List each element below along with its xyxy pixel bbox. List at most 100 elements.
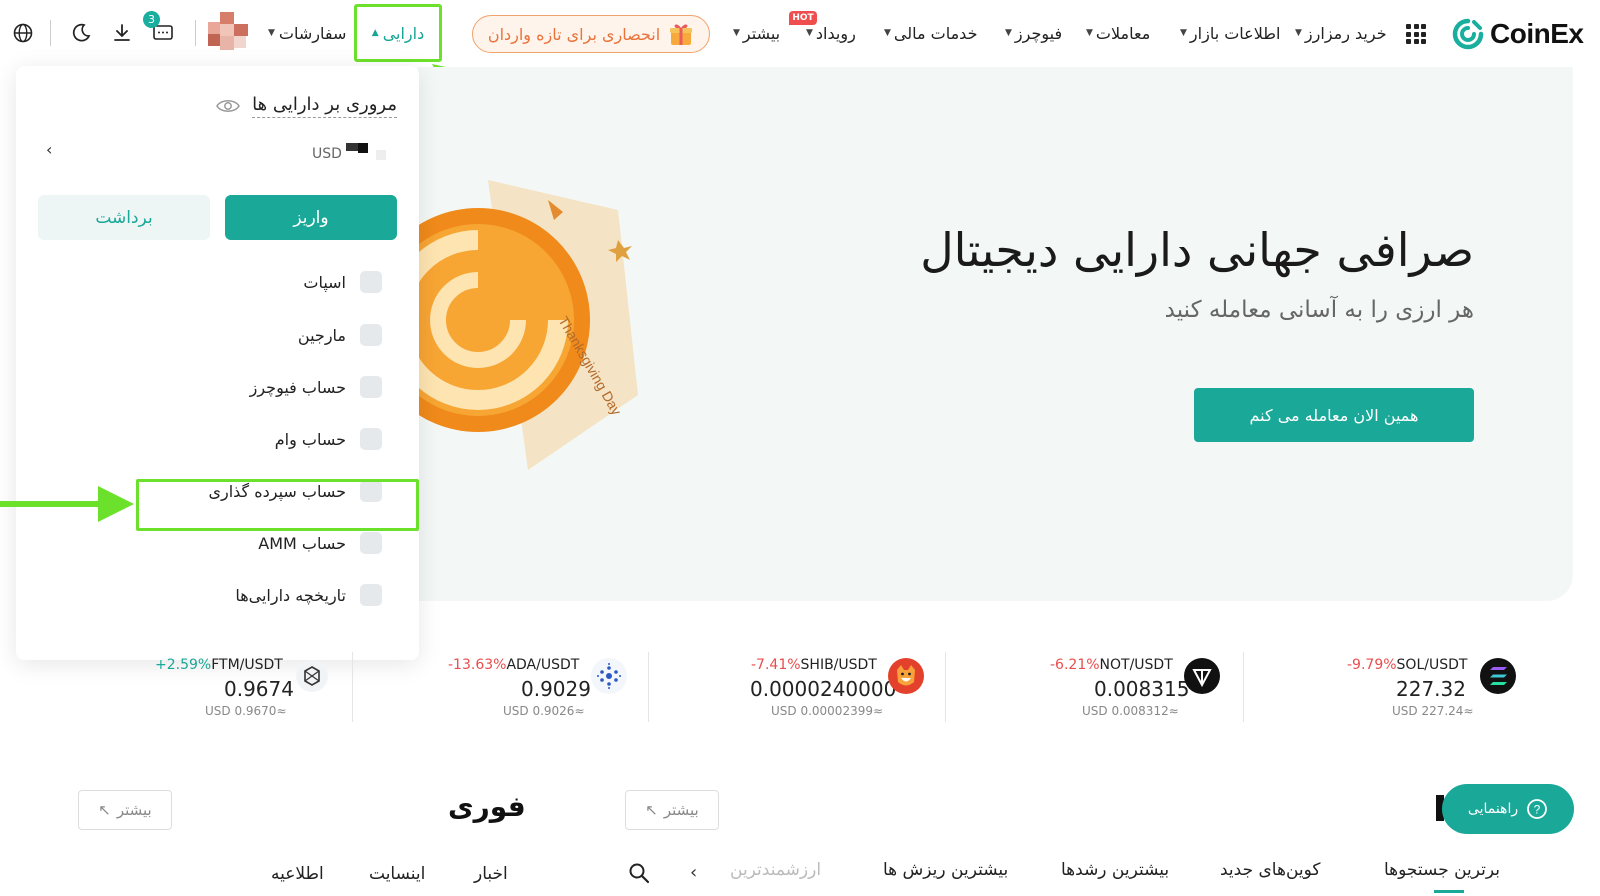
chevron-down-icon: ▼ xyxy=(806,28,813,38)
ticker-price: 0.0000240000 xyxy=(750,677,897,701)
ticker-usd-value: USD 227.24≈ xyxy=(1392,704,1474,718)
ticker-price: 0.9674 xyxy=(224,677,294,701)
chevron-down-icon: ▼ xyxy=(1086,28,1093,38)
help-question-icon: ? xyxy=(1527,799,1547,819)
ticker-usd-value: USD 0.9026≈ xyxy=(503,704,585,718)
orders-label: سفارشات xyxy=(278,23,347,43)
eye-icon[interactable] xyxy=(216,98,241,114)
asset-history-icon xyxy=(360,584,382,606)
more-label: بیشتر xyxy=(116,801,152,819)
assets-dropdown: مروری بر دارایی ها ‹ USD واریز برداشت اس… xyxy=(16,66,419,660)
chevron-left-icon[interactable]: ‹ xyxy=(690,862,697,883)
dark-mode-moon-icon[interactable] xyxy=(70,22,92,44)
menu-item-label: حساب AMM xyxy=(258,533,346,553)
more-button-markets[interactable]: بیشتر ↖ xyxy=(625,790,719,830)
chevron-left-icon[interactable]: ‹ xyxy=(46,140,52,159)
guide-label: راهنمایی xyxy=(1467,801,1519,817)
tab-most-valuable[interactable]: ارزشمندترین xyxy=(730,860,821,880)
menu-item-label: تاریخچه دارایی‌ها xyxy=(235,585,346,605)
nav-divider xyxy=(195,20,196,46)
apps-grid-icon[interactable] xyxy=(1406,24,1426,44)
tab-top-losers[interactable]: بیشترین ریزش ها xyxy=(883,860,1008,880)
search-icon[interactable] xyxy=(628,862,650,884)
coinex-logo[interactable]: CoinEx xyxy=(1452,16,1588,52)
avatar[interactable] xyxy=(208,12,250,54)
nav-financial-services[interactable]: خدمات مالی ▼ xyxy=(884,20,977,46)
arrow-up-left-icon: ↖ xyxy=(98,801,111,819)
menu-item-spot[interactable]: اسپات xyxy=(16,260,419,304)
shib-coin-icon xyxy=(888,658,924,694)
balance-currency: USD xyxy=(312,146,342,162)
ticker-price: 0.008315 xyxy=(1094,677,1190,701)
nav-trading[interactable]: معاملات ▼ xyxy=(1086,20,1150,46)
promo-label: انحصاری برای تازه واردان xyxy=(487,24,661,44)
chevron-down-icon: ▼ xyxy=(1005,28,1012,38)
tab-announcement[interactable]: اطلاعیه xyxy=(271,864,324,884)
ticker-price: 227.32 xyxy=(1396,677,1466,701)
tab-top-searches[interactable]: برترین جستجوها xyxy=(1384,860,1500,880)
more-label: بیشتر xyxy=(663,801,699,819)
coinex-logo-icon xyxy=(1452,18,1484,50)
nav-more[interactable]: بیشتر ▼ xyxy=(733,20,780,46)
ticker-pair-ftm[interactable]: +2.59%FTM/USDT xyxy=(155,657,283,673)
ticker-pair: NOT/USDT xyxy=(1099,657,1173,673)
futures-account-icon xyxy=(360,376,382,398)
nav-futures-label: فیوچرز xyxy=(1014,23,1063,43)
menu-item-futures-account[interactable]: حساب فیوچرز xyxy=(16,365,419,409)
deposit-button[interactable]: واریز xyxy=(225,195,397,240)
nav-buy-crypto[interactable]: خرید رمزارز ▼ xyxy=(1295,20,1387,46)
chevron-up-icon: ▲ xyxy=(371,28,379,38)
tab-top-gainers[interactable]: بیشترین رشدها xyxy=(1061,860,1169,880)
logo-text: CoinEx xyxy=(1490,18,1584,49)
ticker-change: -7.41% xyxy=(751,657,801,673)
download-icon[interactable] xyxy=(111,22,133,44)
trade-now-button[interactable]: همین الان معامله می کنم xyxy=(1194,388,1474,442)
nav-divider xyxy=(50,20,51,46)
ticker-pair-sol[interactable]: -9.79%SOL/USDT xyxy=(1347,657,1467,673)
ticker-usd-value: USD 0.008312≈ xyxy=(1082,704,1179,718)
ticker-usd-value: USD 0.00002399≈ xyxy=(771,704,884,718)
menu-item-loan-account[interactable]: حساب وام xyxy=(16,417,419,461)
ticker-pair-ada[interactable]: -13.63%ADA/USDT xyxy=(448,657,579,673)
tab-news[interactable]: اخبار xyxy=(474,864,508,884)
assets-menu-button[interactable]: ▲ دارایی xyxy=(354,4,442,62)
ticker-change: -6.21% xyxy=(1050,657,1100,673)
chevron-down-icon: ▼ xyxy=(733,28,740,38)
guide-help-button[interactable]: ? راهنمایی xyxy=(1442,784,1574,834)
chevron-down-icon: ▼ xyxy=(1180,28,1187,38)
new-user-promo-button[interactable]: انحصاری برای تازه واردان xyxy=(472,15,710,53)
ticker-pair: SOL/USDT xyxy=(1396,657,1468,673)
hero-title: صرافی جهانی دارایی دیجیتال xyxy=(920,223,1474,277)
menu-item-label: مارجین xyxy=(297,325,346,345)
menu-item-asset-history[interactable]: تاریخچه دارایی‌ها xyxy=(16,573,419,617)
ftm-coin-icon xyxy=(296,660,328,692)
hero-subtitle: هر ارزی را به آسانی معامله کنید xyxy=(1164,297,1474,323)
more-button-news[interactable]: بیشتر ↖ xyxy=(78,790,172,830)
notification-badge: 3 xyxy=(143,11,160,28)
withdraw-button[interactable]: برداشت xyxy=(38,195,210,240)
ticker-pair-shib[interactable]: -7.41%SHIB/USDT xyxy=(751,657,877,673)
nav-market-info[interactable]: اطلاعات بازار ▼ xyxy=(1180,20,1280,46)
tab-insight[interactable]: اینسایت xyxy=(369,864,425,884)
margin-icon xyxy=(360,324,382,346)
masked-balance xyxy=(376,150,386,160)
masked-balance xyxy=(346,143,358,151)
hot-badge: HOT xyxy=(789,11,817,25)
tab-new-coins[interactable]: کوین‌های جدید xyxy=(1220,860,1321,880)
section-title-instant: فوری xyxy=(448,790,526,823)
menu-item-label: حساب وام xyxy=(274,429,346,449)
sol-coin-icon xyxy=(1480,658,1516,694)
menu-item-label: اسپات xyxy=(303,272,346,292)
orders-menu[interactable]: ▼ سفارشات xyxy=(268,20,346,46)
masked-balance xyxy=(358,143,368,153)
tab-most-valuable-label: ارزشمندترین xyxy=(730,860,822,880)
menu-item-label: حساب فیوچرز xyxy=(249,377,346,397)
nav-futures[interactable]: فیوچرز ▼ xyxy=(1005,20,1062,46)
assets-overview-link[interactable]: مروری بر دارایی ها xyxy=(216,94,397,118)
menu-item-margin[interactable]: مارجین xyxy=(16,313,419,357)
active-tab-indicator xyxy=(1434,890,1464,893)
ticker-usd-value: USD 0.9670≈ xyxy=(205,704,287,718)
ticker-pair-not[interactable]: -6.21%NOT/USDT xyxy=(1050,657,1173,673)
loan-account-icon xyxy=(360,428,382,450)
globe-language-icon[interactable] xyxy=(12,22,34,44)
